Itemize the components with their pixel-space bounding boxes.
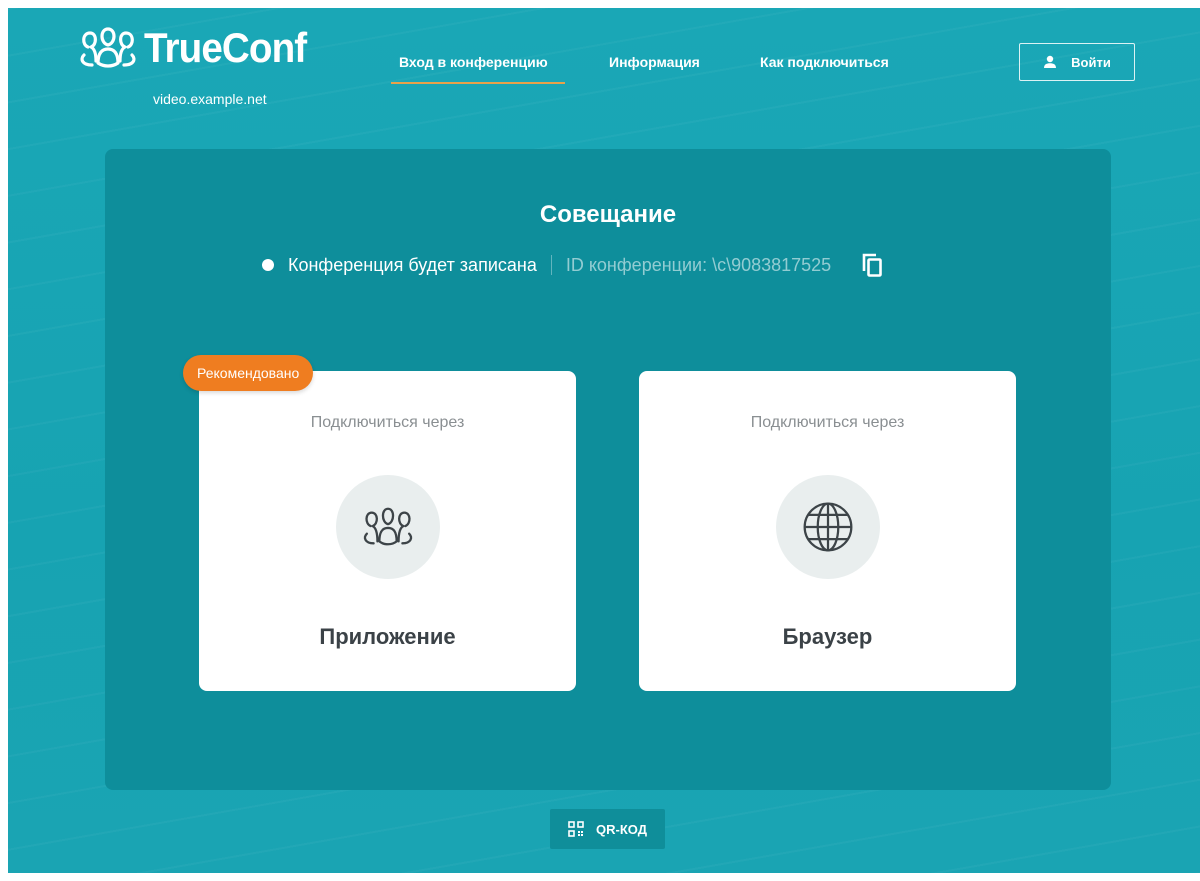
browser-option-name: Браузер xyxy=(782,624,873,649)
login-button[interactable]: Войти xyxy=(1019,43,1135,81)
join-via-label: Подключиться через xyxy=(750,414,905,431)
join-via-label: Подключиться через xyxy=(310,414,465,431)
app-icon-circle xyxy=(336,475,440,579)
nav-how-to-connect[interactable]: Как подключиться xyxy=(760,54,889,70)
conference-info-row: Конференция будет записана ID конференци… xyxy=(262,252,883,278)
conference-panel: Совещание Конференция будет записана ID … xyxy=(105,149,1111,790)
divider xyxy=(550,255,552,275)
nav-information[interactable]: Информация xyxy=(609,54,700,70)
join-via-browser-card[interactable]: Подключиться через Браузер xyxy=(639,371,1016,691)
globe-icon xyxy=(803,502,853,552)
recommended-badge: Рекомендовано xyxy=(183,355,314,391)
conference-id: ID конференции: \c\9083817525 xyxy=(565,254,832,275)
copy-icon[interactable] xyxy=(861,252,883,278)
nav-join-conference[interactable]: Вход в конференцию xyxy=(399,54,548,70)
qr-code-label: QR-КОД xyxy=(596,821,647,837)
qr-code-icon xyxy=(568,821,584,837)
people-icon xyxy=(363,507,413,546)
nav-active-underline xyxy=(391,82,565,84)
recording-notice: Конференция будет записана xyxy=(288,254,537,275)
trueconf-logo[interactable]: TrueConf xyxy=(78,24,320,72)
app-option-name: Приложение xyxy=(319,624,456,649)
qr-code-button[interactable]: QR-КОД xyxy=(550,809,665,849)
page-background: TrueConf video.example.net Вход в конфер… xyxy=(8,8,1200,873)
recording-dot-icon xyxy=(262,259,274,271)
login-label: Войти xyxy=(1071,54,1111,70)
people-logo-icon xyxy=(80,27,136,68)
join-via-app-card[interactable]: Подключиться через Приложение xyxy=(199,371,576,691)
logo-text: TrueConf xyxy=(144,24,307,71)
server-domain: video.example.net xyxy=(153,91,267,107)
conference-title: Совещание xyxy=(539,201,677,228)
user-icon xyxy=(1044,55,1057,68)
browser-icon-circle xyxy=(776,475,880,579)
